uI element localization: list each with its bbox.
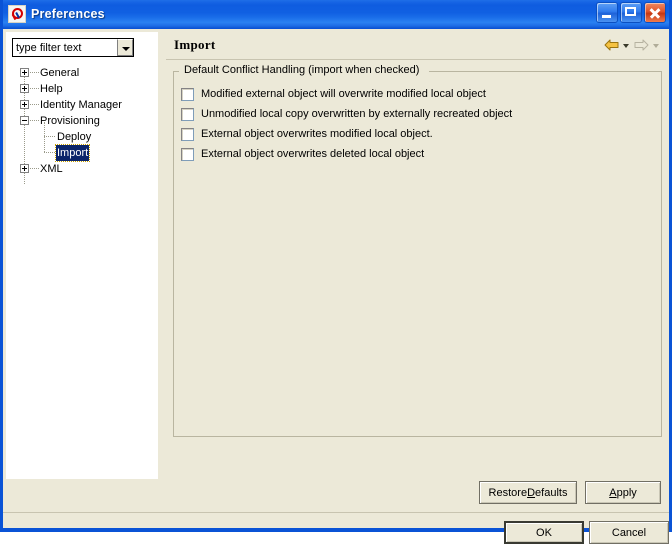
page-title: Import: [174, 37, 216, 53]
sidebar-item-xml[interactable]: XML: [7, 161, 157, 177]
checkbox-row-modified-external-overwrite-modified-local[interactable]: Modified external object will overwrite …: [181, 84, 657, 104]
sidebar-item-label: Deploy: [57, 129, 91, 145]
plus-icon[interactable]: [20, 68, 29, 77]
tree-connector: [30, 104, 39, 105]
sidebar-item-label: Identity Manager: [40, 97, 122, 113]
apply-button-row: Restore Defaults Apply: [161, 479, 669, 512]
minus-icon[interactable]: [20, 116, 29, 125]
sidebar-item-label: XML: [40, 161, 63, 177]
dialog-button-bar: OK Cancel: [3, 513, 669, 554]
tree-connector: [44, 136, 55, 137]
apply-mnemonic: A: [609, 487, 616, 499]
sidebar-item-import[interactable]: Import: [7, 145, 157, 161]
sidebar-item-provisioning[interactable]: Provisioning: [7, 113, 157, 129]
cancel-button[interactable]: Cancel: [589, 521, 669, 544]
forward-history-chevron-down-icon: [652, 38, 661, 52]
sidebar-item-label: Help: [40, 81, 63, 97]
checkbox-input[interactable]: [181, 128, 194, 141]
checkbox-row-unmodified-local-overwritten-by-recreated[interactable]: Unmodified local copy overwritten by ext…: [181, 104, 657, 124]
preferences-tree-panel: type filter text General Help: [6, 32, 158, 479]
ok-button[interactable]: OK: [504, 521, 584, 544]
back-arrow-icon[interactable]: [603, 38, 620, 52]
preference-page-panel: Import: [161, 32, 669, 479]
window-controls: [596, 2, 666, 23]
checkbox-label: External object overwrites deleted local…: [201, 148, 424, 160]
checkbox-label: External object overwrites modified loca…: [201, 128, 433, 140]
checkbox-list: Modified external object will overwrite …: [181, 84, 657, 164]
plus-icon[interactable]: [20, 164, 29, 173]
tree-connector: [44, 152, 55, 153]
close-button[interactable]: [644, 2, 666, 23]
header-divider: [166, 59, 666, 60]
preferences-tree: General Help Identity Manager: [7, 65, 157, 177]
checkbox-input[interactable]: [181, 148, 194, 161]
checkbox-label: Unmodified local copy overwritten by ext…: [201, 108, 512, 120]
plus-icon[interactable]: [20, 100, 29, 109]
sidebar-item-help[interactable]: Help: [7, 81, 157, 97]
restore-defaults-label-pre: Restore: [489, 487, 528, 499]
restore-defaults-mnemonic: D: [527, 487, 535, 499]
apply-label-post: pply: [617, 487, 637, 499]
maximize-button[interactable]: [620, 2, 642, 23]
window-title: Preferences: [31, 7, 105, 21]
group-title: Default Conflict Handling (import when c…: [181, 64, 422, 76]
plus-icon[interactable]: [20, 84, 29, 93]
preferences-app-icon: [8, 5, 26, 23]
checkbox-input[interactable]: [181, 108, 194, 121]
tree-connector: [30, 120, 39, 121]
checkbox-row-external-overwrites-deleted-local[interactable]: External object overwrites deleted local…: [181, 144, 657, 164]
sidebar-item-deploy[interactable]: Deploy: [7, 129, 157, 145]
preferences-dialog: Preferences type filter text Gen: [0, 0, 672, 532]
filter-combo[interactable]: type filter text: [12, 38, 134, 57]
restore-defaults-button[interactable]: Restore Defaults: [479, 481, 577, 504]
checkbox-input[interactable]: [181, 88, 194, 101]
group-border-right: [429, 71, 662, 72]
back-history-chevron-down-icon[interactable]: [622, 38, 631, 52]
minimize-button[interactable]: [596, 2, 618, 23]
dialog-body: type filter text General Help: [3, 29, 669, 526]
chevron-down-icon[interactable]: [117, 39, 133, 56]
search-input[interactable]: type filter text: [13, 42, 117, 54]
page-header: Import: [161, 32, 669, 59]
page-content: Default Conflict Handling (import when c…: [166, 62, 666, 441]
sidebar-item-general[interactable]: General: [7, 65, 157, 81]
sidebar-item-label: Import: [56, 145, 89, 161]
navigation-history: [603, 38, 661, 52]
checkbox-label: Modified external object will overwrite …: [201, 88, 486, 100]
conflict-handling-group: Default Conflict Handling (import when c…: [173, 72, 662, 437]
cancel-label: Cancel: [612, 527, 646, 539]
group-border-left: [173, 71, 179, 72]
sidebar-item-label: Provisioning: [40, 113, 100, 129]
sidebar-item-label: General: [40, 65, 79, 81]
forward-arrow-icon: [633, 38, 650, 52]
checkbox-row-external-overwrites-modified-local[interactable]: External object overwrites modified loca…: [181, 124, 657, 144]
tree-connector: [30, 72, 39, 73]
apply-button[interactable]: Apply: [585, 481, 661, 504]
ok-label: OK: [536, 527, 552, 539]
sidebar-item-identity-manager[interactable]: Identity Manager: [7, 97, 157, 113]
tree-connector: [30, 88, 39, 89]
restore-defaults-label-post: efaults: [535, 487, 567, 499]
tree-connector: [30, 168, 39, 169]
title-bar: Preferences: [3, 0, 669, 29]
